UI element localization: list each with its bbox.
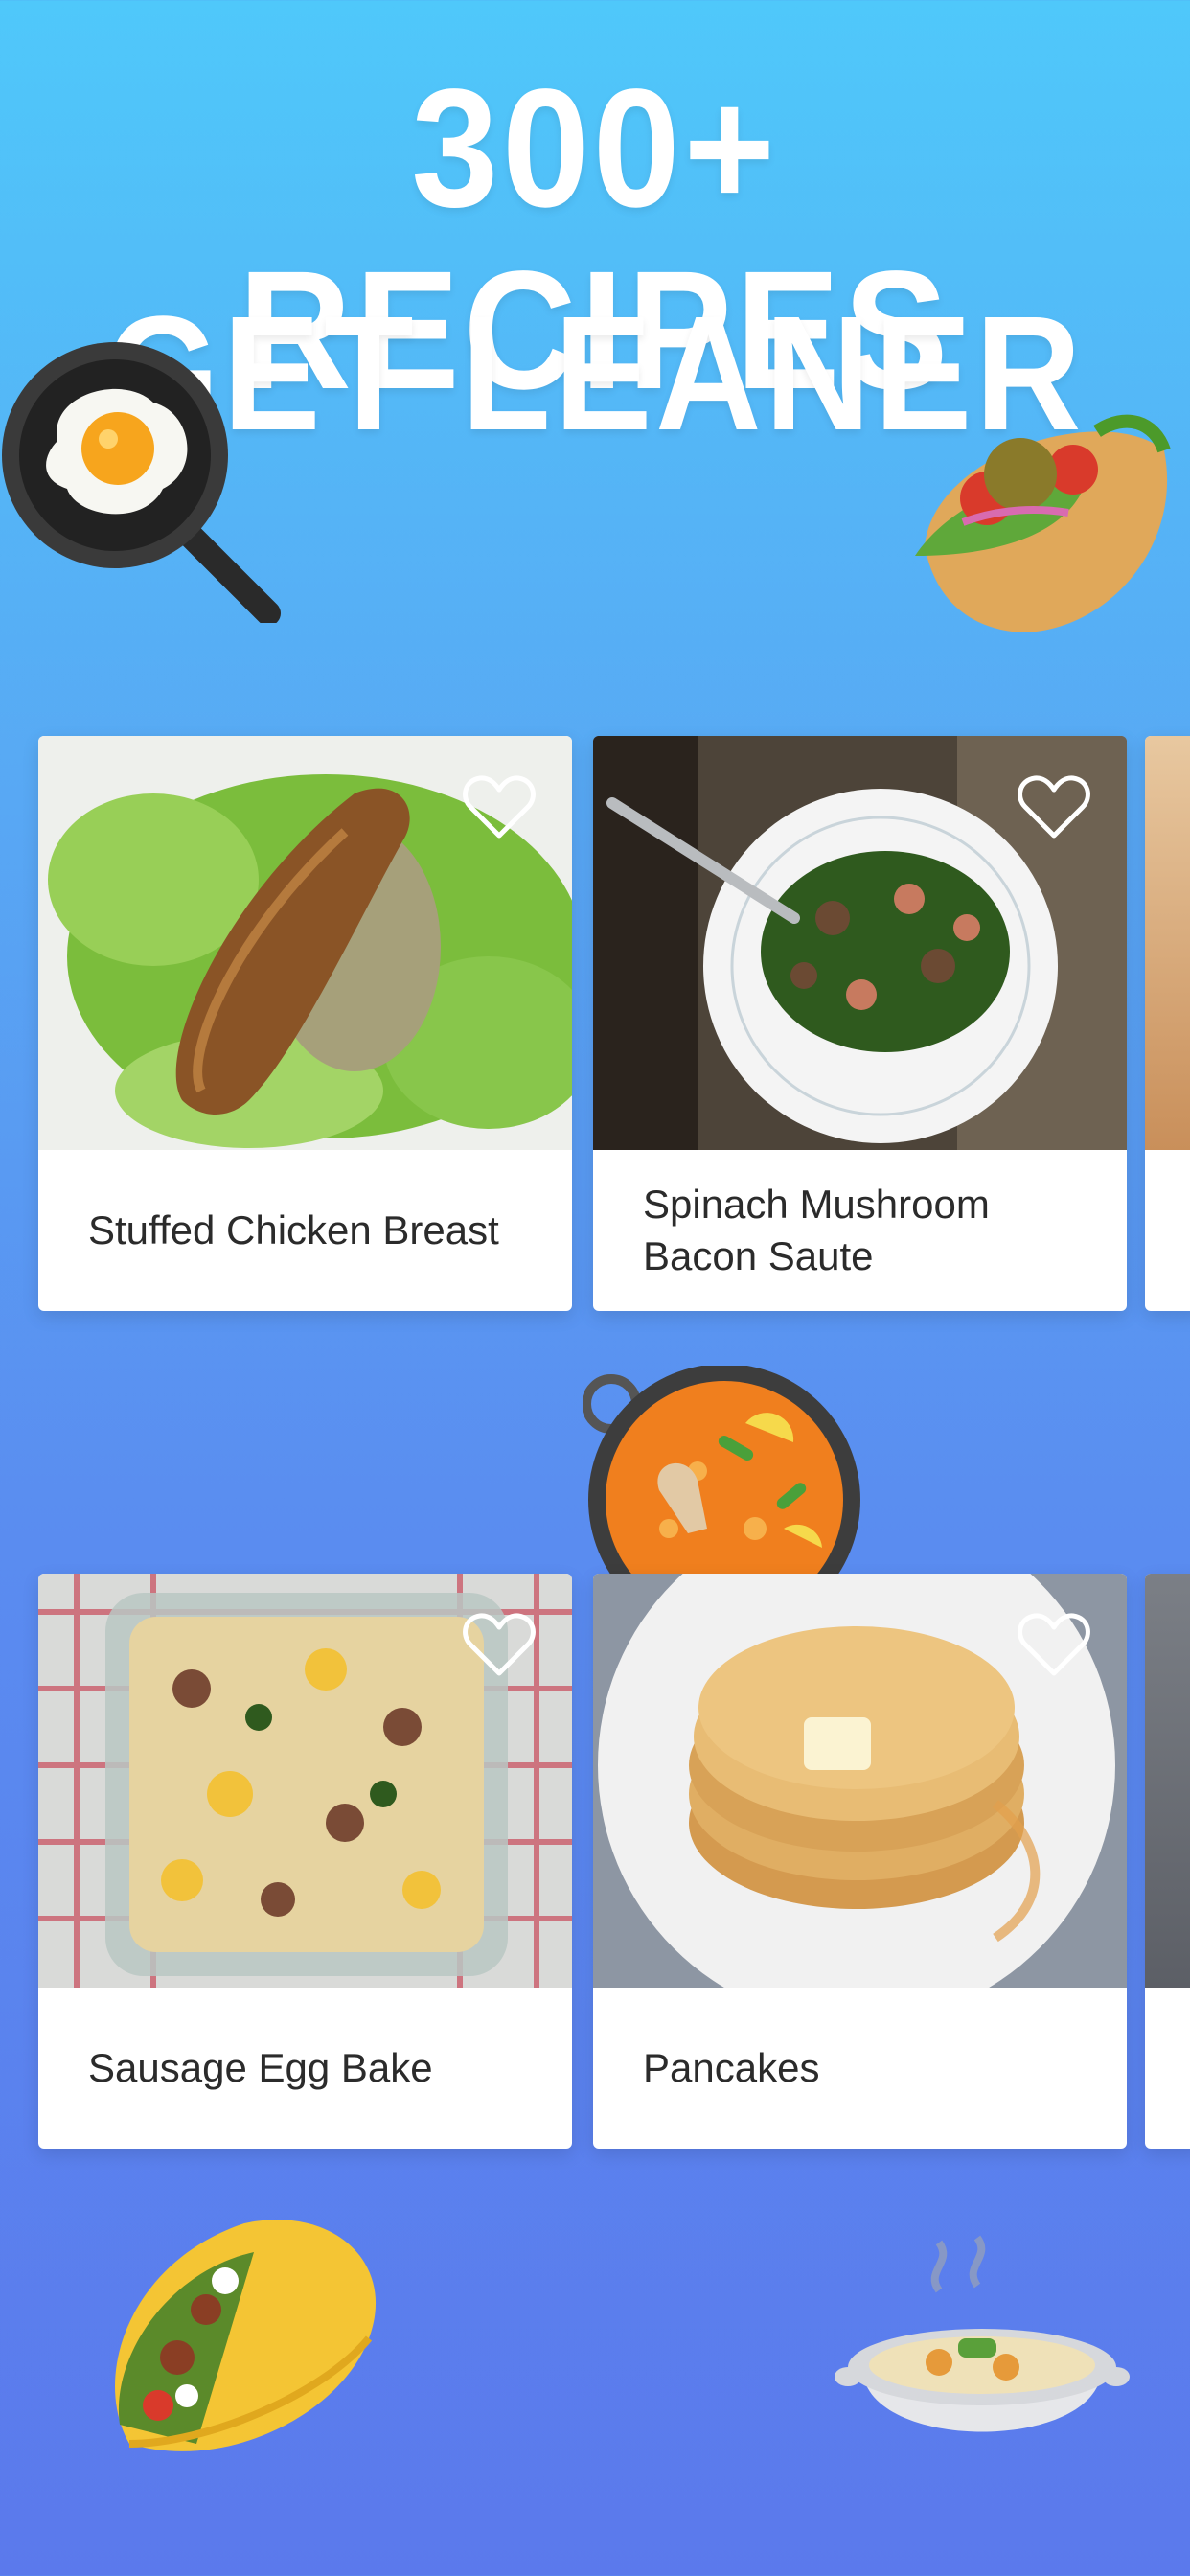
recipe-title: Stuffed Chicken Breast [88, 1208, 499, 1253]
recipe-card[interactable]: Pancakes [593, 1574, 1127, 2149]
recipe-title: Spinach Mushroom Bacon Saute [643, 1182, 990, 1278]
heart-icon[interactable] [1016, 1610, 1092, 1679]
frying-pan-egg-icon [0, 335, 287, 626]
stuffed-flatbread-icon [896, 393, 1183, 642]
heart-icon[interactable] [1016, 772, 1092, 841]
heart-icon[interactable] [461, 1610, 538, 1679]
recipe-title: Pancakes [643, 2045, 820, 2090]
heart-icon[interactable] [461, 772, 538, 841]
recipe-card[interactable]: Stuffed Chicken Breast [38, 736, 572, 1311]
paella-pan-icon [582, 1364, 870, 1636]
taco-icon [91, 2204, 388, 2472]
next-recipe-card-peek[interactable] [1145, 736, 1190, 1311]
recipe-card[interactable]: Spinach Mushroom Bacon Saute [593, 736, 1127, 1311]
recipe-title: Sausage Egg Bake [88, 2045, 433, 2090]
recipe-card[interactable]: Sausage Egg Bake [38, 1574, 572, 2149]
next-recipe-card-peek[interactable] [1145, 1574, 1190, 2149]
recipe-row-2: Sausage Egg Bake Pancakes [0, 1574, 1190, 2153]
recipe-row-1: Stuffed Chicken Breast Spinach Mushroom … [0, 736, 1190, 1316]
stew-bowl-icon [834, 2233, 1131, 2492]
